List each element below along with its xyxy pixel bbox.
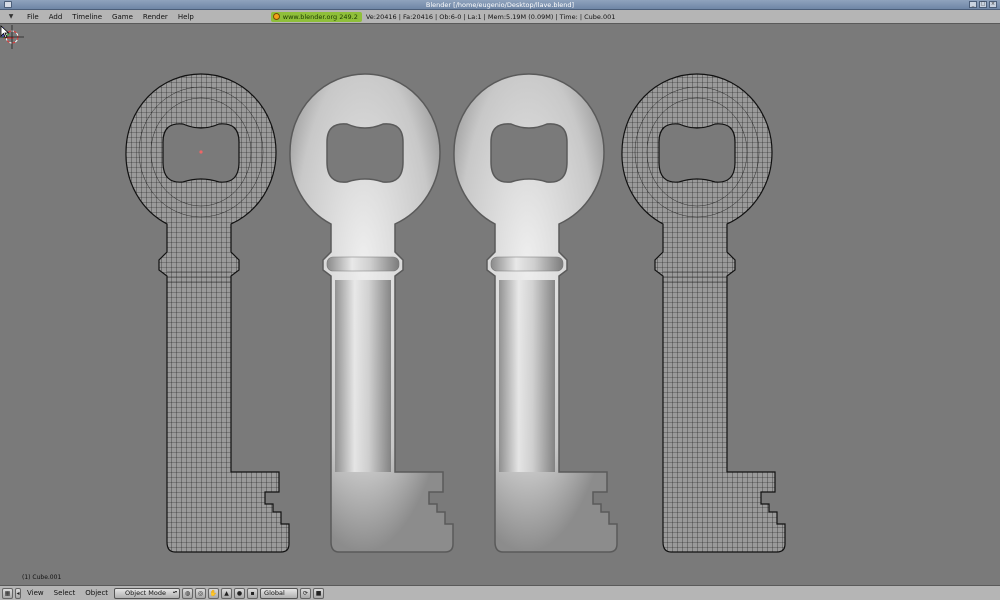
scene-stats: Ve:20416 | Fa:20416 | Ob:6-0 | La:1 | Me…	[365, 12, 616, 21]
menu-game[interactable]: Game	[107, 10, 138, 24]
version-text: www.blender.org 249.2	[282, 12, 358, 21]
key-wireframe-2[interactable]	[621, 73, 786, 553]
mode-select[interactable]: Object Mode	[114, 587, 181, 599]
menu-select[interactable]: Select	[50, 589, 80, 597]
menu-object[interactable]: Object	[81, 589, 112, 597]
object-origin-icon	[199, 150, 203, 154]
mouse-pointer-icon	[0, 25, 10, 39]
rotate-icon[interactable]: ●	[234, 587, 246, 599]
3d-viewport[interactable]: (1) Cube.001	[0, 25, 1000, 585]
viewport-canvas	[125, 73, 786, 553]
menu-view[interactable]: View	[23, 589, 48, 597]
window-titlebar: Blender [/home/eugenio/Desktop/llave.ble…	[0, 0, 1000, 10]
info-header: ▼ File Add Timeline Game Render Help www…	[0, 10, 1000, 24]
pivot-icon[interactable]: ◎	[195, 587, 207, 599]
window-title: Blender [/home/eugenio/Desktop/llave.ble…	[425, 1, 575, 9]
header-collapse-icon[interactable]: ◂	[15, 587, 21, 599]
header-collapse-icon[interactable]: ▼	[0, 13, 22, 20]
version-badge[interactable]: www.blender.org 249.2	[270, 11, 362, 22]
3d-view-header: ▦ ◂ View Select Object Object Mode ◍ ◎ ✋…	[0, 585, 1000, 600]
render-preview-icon[interactable]: ■	[313, 587, 325, 599]
window-controls: _ □ ×	[969, 1, 997, 8]
key-solid-2[interactable]	[453, 73, 618, 553]
blender-logo-icon	[272, 13, 280, 20]
translate-icon[interactable]: ▲	[221, 587, 233, 599]
close-button[interactable]: ×	[989, 1, 997, 8]
draw-type-icon[interactable]: ◍	[182, 587, 194, 599]
maximize-button[interactable]: □	[979, 1, 987, 8]
scale-icon[interactable]: ▪	[247, 587, 259, 599]
window-menu-icon[interactable]	[4, 1, 12, 8]
menu-help[interactable]: Help	[173, 10, 199, 24]
menu-render[interactable]: Render	[138, 10, 173, 24]
menu-add[interactable]: Add	[44, 10, 68, 24]
key-solid-1[interactable]	[289, 73, 454, 553]
active-object-label: (1) Cube.001	[22, 574, 62, 581]
minimize-button[interactable]: _	[969, 1, 977, 8]
key-wireframe-1[interactable]	[125, 73, 290, 553]
manipulator-toggle-icon[interactable]: ✋	[208, 587, 220, 599]
orientation-select[interactable]: Global	[260, 587, 299, 599]
menu-timeline[interactable]: Timeline	[67, 10, 107, 24]
layer-lock-icon[interactable]: ⟳	[300, 587, 312, 599]
menu-file[interactable]: File	[22, 10, 44, 24]
editor-type-icon[interactable]: ▦	[2, 587, 13, 599]
